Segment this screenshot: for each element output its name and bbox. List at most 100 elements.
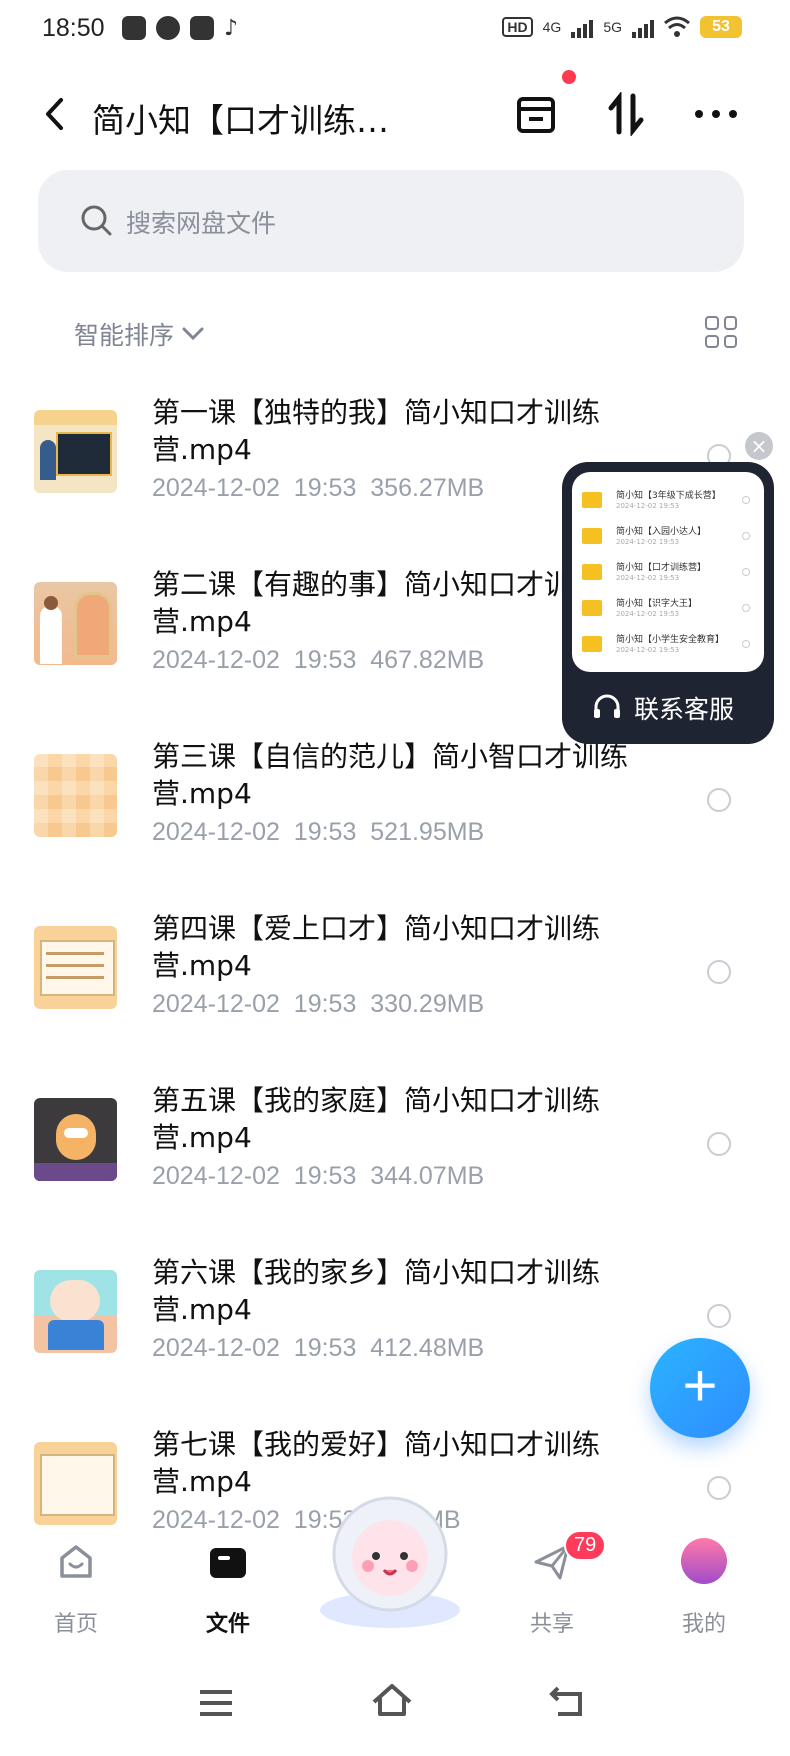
taobao-icon	[190, 16, 214, 40]
file-time: 19:53	[293, 1162, 357, 1190]
tab-label: 文件	[205, 1612, 250, 1637]
back-button[interactable]	[34, 90, 74, 138]
file-row[interactable]: 第四课【爱上口才】简小知口才训练营.mp4 2024-12-02 19:53 3…	[0, 888, 790, 1060]
tab-me[interactable]: 我的	[644, 1530, 764, 1652]
video-thumbnail	[34, 582, 117, 665]
file-size: 330.29MB	[370, 990, 485, 1018]
transfer-list-button[interactable]	[510, 88, 562, 140]
customer-service-widget[interactable]: 简小知【3年级下成长营】 2024-12-02 19:53 简小知【入园小达人】 2…	[562, 462, 774, 744]
video-thumbnail	[34, 1098, 117, 1181]
sort-arrows-icon	[608, 92, 644, 136]
file-size: 467.82MB	[370, 646, 485, 674]
video-thumbnail	[34, 1442, 117, 1525]
customer-service-button[interactable]: 联系客服	[592, 690, 734, 726]
folder-icon	[210, 1548, 246, 1578]
tab-home[interactable]: 首页	[16, 1530, 136, 1652]
status-bar: 18:50 ♪ HD 4G 5G 53	[0, 0, 790, 60]
add-button[interactable]: +	[650, 1338, 750, 1438]
search-icon	[81, 205, 112, 236]
file-time: 19:53	[293, 474, 357, 502]
search-placeholder: 搜索网盘文件	[126, 209, 277, 238]
select-radio[interactable]	[707, 960, 731, 984]
video-thumbnail	[34, 1270, 117, 1353]
close-icon[interactable]: ×	[745, 432, 773, 460]
file-name: 第五课【我的家庭】简小知口才训练营.mp4	[152, 1084, 601, 1154]
file-time: 19:53	[293, 990, 357, 1018]
file-date: 2024-12-02	[152, 1334, 280, 1362]
file-date: 2024-12-02	[152, 990, 280, 1018]
select-radio[interactable]	[707, 1132, 731, 1156]
tab-files[interactable]: 文件	[168, 1530, 288, 1652]
file-time: 19:53	[293, 646, 357, 674]
video-thumbnail	[34, 926, 117, 1009]
tab-label: 首页	[53, 1612, 98, 1637]
headset-icon	[594, 694, 620, 718]
home-icon	[60, 1545, 92, 1578]
file-row[interactable]: 第五课【我的家庭】简小知口才训练营.mp4 2024-12-02 19:53 3…	[0, 1060, 790, 1232]
home-nav-icon[interactable]	[370, 1682, 414, 1718]
menu-icon[interactable]	[198, 1688, 234, 1718]
file-meta: 2024-12-02 19:53 521.95MB	[152, 818, 484, 847]
avatar	[681, 1538, 727, 1584]
file-date: 2024-12-02	[152, 646, 280, 674]
network-4g-label: 4G	[542, 19, 562, 35]
file-size: 356.27MB	[370, 474, 485, 502]
file-meta: 2024-12-02 19:53 467.82MB	[152, 646, 484, 675]
page-title: 简小知【口才训练…	[92, 101, 389, 140]
file-name: 第一课【独特的我】简小知口才训练营.mp4	[152, 396, 601, 466]
file-name: 第六课【我的家乡】简小知口才训练营.mp4	[152, 1256, 601, 1326]
folder-icon	[582, 600, 602, 616]
folder-icon	[582, 564, 602, 580]
video-thumbnail	[34, 410, 117, 493]
tiktok-icon: ♪	[224, 16, 239, 41]
more-icon	[695, 110, 737, 118]
sort-order-button[interactable]	[600, 88, 652, 140]
transfer-list-icon	[517, 97, 555, 133]
select-radio[interactable]	[707, 1304, 731, 1328]
preview-row: 简小知【入园小达人】 2024-12-02 19:53	[582, 520, 754, 556]
file-name: 第七课【我的爱好】简小知口才训练营.mp4	[152, 1428, 601, 1498]
preview-row: 简小知【口才训练营】 2024-12-02 19:53	[582, 556, 754, 592]
file-date: 2024-12-02	[152, 1162, 280, 1190]
search-bar[interactable]: 搜索网盘文件	[38, 170, 744, 272]
share-badge: 79	[564, 1530, 607, 1561]
select-radio[interactable]	[707, 1476, 731, 1500]
system-navigation-bar	[0, 1652, 790, 1756]
file-date: 2024-12-02	[152, 1506, 280, 1530]
plus-icon: +	[682, 1352, 718, 1419]
message-icon	[156, 16, 180, 40]
file-time: 19:53	[293, 1334, 357, 1362]
folder-icon	[582, 636, 602, 652]
back-nav-icon[interactable]	[548, 1684, 586, 1718]
more-button[interactable]	[690, 88, 742, 140]
file-time: 19:53	[293, 818, 357, 846]
battery-indicator: 53	[700, 16, 742, 38]
sort-label: 智能排序	[74, 321, 175, 350]
file-meta: 2024-12-02 19:53 412.48MB	[152, 1334, 484, 1363]
sort-dropdown[interactable]: 智能排序	[74, 316, 204, 352]
file-meta: 2024-12-02 19:53 330.29MB	[152, 990, 484, 1019]
notification-dot	[562, 70, 576, 84]
preview-row: 简小知【识字大王】 2024-12-02 19:53	[582, 592, 754, 628]
file-size: 521.95MB	[370, 818, 485, 846]
file-meta: 2024-12-02 19:53 344.07MB	[152, 1162, 484, 1191]
chevron-down-icon	[182, 327, 204, 341]
mascot-icon[interactable]	[312, 1490, 468, 1630]
preview-row: 简小知【小学生安全教育】 2024-12-02 19:53	[582, 628, 754, 664]
tab-label: 我的	[681, 1612, 726, 1637]
select-radio[interactable]	[707, 788, 731, 812]
customer-service-preview: 简小知【3年级下成长营】 2024-12-02 19:53 简小知【入园小达人】 2…	[572, 472, 764, 672]
tab-label: 共享	[529, 1612, 574, 1637]
video-thumbnail	[34, 754, 117, 837]
folder-icon	[582, 492, 602, 508]
file-name: 第三课【自信的范儿】简小智口才训练营.mp4	[152, 740, 629, 810]
file-size: 344.07MB	[370, 1162, 485, 1190]
file-date: 2024-12-02	[152, 474, 280, 502]
status-time: 18:50	[42, 14, 105, 42]
signal-icon-2	[632, 16, 654, 38]
grid-view-icon[interactable]	[705, 316, 737, 348]
hd-icon: HD	[502, 17, 533, 37]
wifi-icon	[664, 16, 690, 37]
network-5g-label: 5G	[603, 19, 622, 35]
folder-icon	[582, 528, 602, 544]
